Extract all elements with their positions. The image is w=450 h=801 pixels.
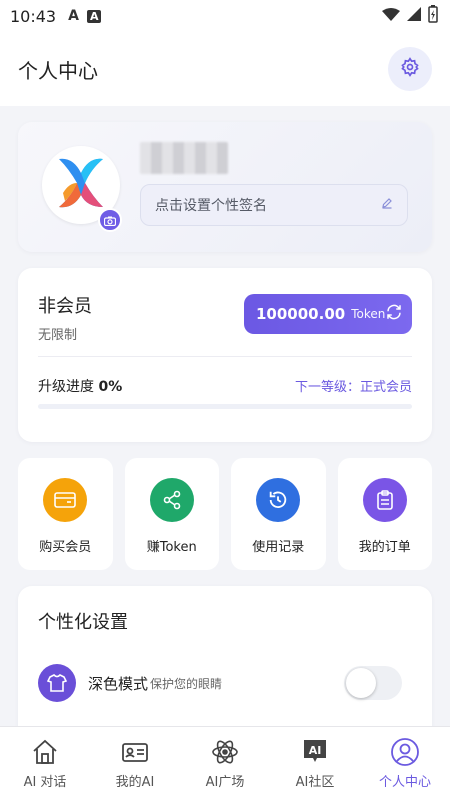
username-redacted — [140, 142, 228, 174]
next-level-link[interactable]: 下一等级：正式会员 — [295, 376, 412, 395]
quick-actions: 购买会员 赚Token 使用记录 我的订单 — [18, 458, 432, 570]
tab-label: AI 对话 — [23, 775, 67, 790]
dark-mode-toggle[interactable] — [344, 666, 402, 700]
earn-token-tile[interactable]: 赚Token — [124, 458, 219, 570]
usage-history-tile[interactable]: 使用记录 — [231, 458, 326, 570]
home-icon — [30, 737, 60, 767]
app-notification-icon: A — [86, 9, 102, 23]
token-value: 100000.00 — [256, 305, 346, 323]
section-title: 个性化设置 — [38, 612, 128, 633]
dark-mode-label: 深色模式 — [88, 674, 149, 693]
token-unit: Token — [351, 307, 386, 321]
user-icon — [390, 737, 420, 767]
dark-mode-description: 保护您的眼睛 — [150, 676, 223, 691]
token-balance-button[interactable]: 100000.00 Token — [244, 294, 412, 334]
dark-mode-row: 深色模式 保护您的眼睛 — [38, 662, 412, 704]
page-title: 个人中心 — [18, 58, 98, 83]
tile-label: 购买会员 — [39, 540, 92, 555]
atom-icon — [210, 737, 240, 767]
page-header: 个人中心 — [0, 32, 450, 106]
personalization-card: 个性化设置 深色模式 保护您的眼睛 — [18, 586, 432, 746]
history-icon — [256, 478, 301, 522]
tab-ai-chat[interactable]: AI 对话 — [0, 727, 90, 801]
tab-label: 我的AI — [115, 775, 155, 790]
tile-label: 赚Token — [146, 540, 197, 555]
tab-ai-community[interactable]: AI AI社区 — [270, 727, 360, 801]
toggle-knob — [346, 668, 376, 698]
ai-chat-icon: AI — [300, 737, 330, 767]
refresh-icon — [385, 303, 403, 325]
signature-field[interactable]: 点击设置个性签名 — [140, 184, 408, 226]
camera-icon — [103, 211, 117, 230]
tab-label: AI社区 — [295, 775, 335, 790]
shirt-icon — [38, 664, 76, 702]
battery-icon — [428, 5, 438, 27]
member-subtitle: 无限制 — [38, 328, 78, 343]
member-level: 非会员 — [38, 296, 92, 317]
status-bar: 10:43 A A — [0, 0, 450, 32]
gear-icon — [400, 57, 420, 81]
tab-profile[interactable]: 个人中心 — [360, 727, 450, 801]
svg-text:AI: AI — [309, 744, 322, 757]
progress-bar — [38, 404, 412, 409]
signature-placeholder: 点击设置个性签名 — [155, 198, 267, 214]
app-logo-icon — [51, 153, 111, 217]
tile-label: 我的订单 — [358, 540, 411, 555]
status-time: 10:43 — [10, 6, 57, 26]
change-avatar-button[interactable] — [98, 208, 122, 232]
divider — [38, 356, 412, 357]
card-icon — [43, 478, 88, 522]
share-icon — [149, 478, 194, 522]
notification-icon: A — [68, 8, 79, 24]
clipboard-icon — [362, 478, 407, 522]
tile-label: 使用记录 — [252, 540, 305, 555]
settings-button[interactable] — [388, 47, 432, 91]
wifi-icon — [382, 7, 400, 26]
profile-card: 点击设置个性签名 — [18, 122, 432, 252]
progress-label-text: 升级进度 — [38, 379, 94, 395]
id-card-icon — [120, 737, 150, 767]
pencil-icon — [381, 197, 393, 213]
bottom-tab-bar: AI 对话 我的AI AI广场 AI AI社区 个人中心 — [0, 726, 450, 801]
progress-value: 0% — [98, 379, 123, 395]
buy-membership-tile[interactable]: 购买会员 — [18, 458, 113, 570]
tab-my-ai[interactable]: 我的AI — [90, 727, 180, 801]
tab-ai-square[interactable]: AI广场 — [180, 727, 270, 801]
my-orders-tile[interactable]: 我的订单 — [337, 458, 432, 570]
signal-icon — [406, 6, 422, 26]
membership-card: 非会员 无限制 100000.00 Token 升级进度 0% 下一等级：正式会… — [18, 268, 432, 442]
tab-label: 个人中心 — [378, 775, 431, 790]
progress-label: 升级进度 0% — [38, 376, 122, 396]
tab-label: AI广场 — [205, 775, 245, 790]
